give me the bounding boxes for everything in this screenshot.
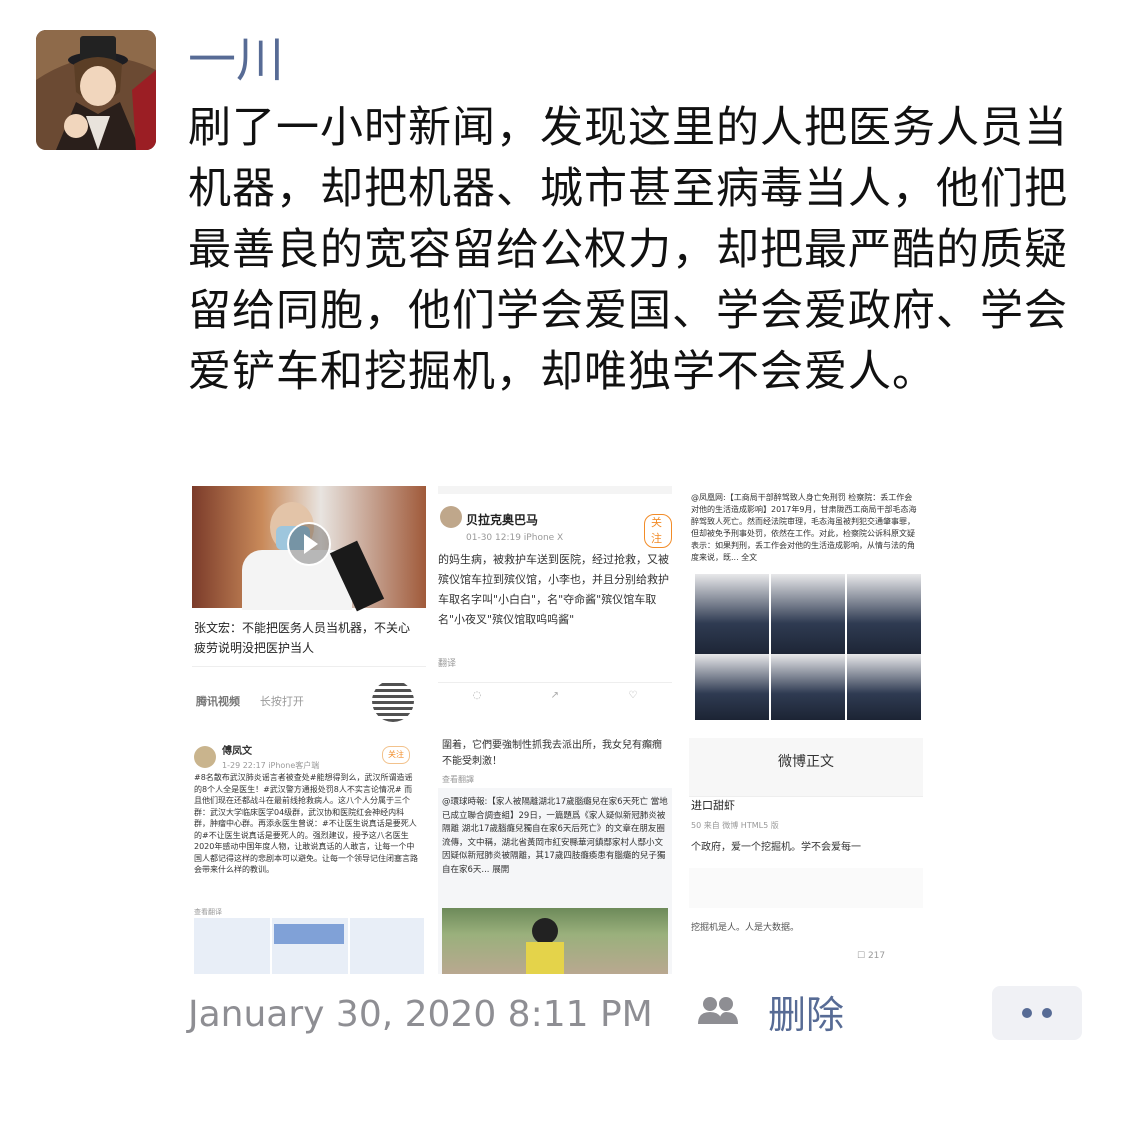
news-text: @凤凰网:【工商局干部醉驾致人身亡免刑罚 检察院：丢工作会对他的生活造成影响】2…: [691, 493, 917, 562]
translate-link: 查看翻譯: [442, 775, 474, 784]
more-dots-icon: [1042, 1008, 1052, 1018]
comment-icon: ◌: [472, 690, 482, 701]
video-caption: 张文宏：不能把医务人员当机器，不关心疲劳说明没把医护当人: [194, 621, 411, 655]
more-dots-icon: [1022, 1008, 1032, 1018]
qr-code-icon: [372, 680, 414, 722]
brand-label: 腾讯视频: [196, 695, 240, 708]
delete-link[interactable]: 删除: [768, 992, 844, 1038]
grid-image-1[interactable]: 张文宏：不能把医务人员当机器，不关心疲劳说明没把医护当人 腾讯视频 长按打开: [192, 486, 426, 722]
comment-count-value: 217: [867, 951, 886, 961]
post-body-2: 挖掘机是人。人是大数据。: [691, 923, 800, 933]
grid-image-5[interactable]: 圍着，它們要強制性抓我去派出所，我女兒有癲癇不能受刺激！ 查看翻譯 @環球時報:…: [438, 738, 672, 974]
post-text: 刷了一小时新闻，发现这里的人把医务人员当机器，却把机器、城市甚至病毒当人，他们把…: [188, 103, 1068, 397]
brand-hint: 长按打开: [259, 695, 304, 708]
share-icon: ↗: [550, 690, 560, 701]
post-time: 01-30 12:19 iPhone X: [466, 533, 564, 543]
post-user: 贝拉克奥巴马: [466, 513, 539, 527]
post-body: @環球時報:【家人被隔離湖北17歲腦癱兒在家6天死亡 當地已成立聯合調查組】29…: [442, 797, 668, 875]
post-timestamp: January 30, 2020 8:11 PM: [188, 994, 653, 1035]
post-body: #8名散布武汉肺炎谣言者被查处#能想得到么，武汉所谓造谣的8个人全是医生！#武汉…: [194, 773, 418, 874]
image-grid: 张文宏：不能把医务人员当机器，不关心疲劳说明没把医护当人 腾讯视频 长按打开 贝…: [192, 486, 928, 974]
play-icon[interactable]: [287, 522, 331, 566]
post-body: 的妈生病，被救护车送到医院，经过抢救，又被殡仪馆车拉到殡仪馆，小李也，并且分别给…: [438, 553, 669, 626]
translate-link: 翻译: [438, 659, 457, 669]
follow-button[interactable]: 关注: [644, 514, 672, 548]
grid-image-4[interactable]: 傅凤文 1-29 22:17 iPhone客户端 关注 #8名散布武汉肺炎谣言者…: [192, 738, 426, 974]
comment-icon: ☐: [857, 951, 866, 961]
comment-count: ☐ 217: [857, 948, 885, 964]
post-top-text: 圍着，它們要強制性抓我去派出所，我女兒有癲癇不能受刺激！: [442, 740, 662, 767]
author-avatar[interactable]: [36, 30, 156, 150]
post-body-1: 个政府，爱一个挖掘机。学不会爱每一: [691, 842, 861, 853]
grid-image-6[interactable]: 微博正文 进口甜虾 50 来自 微博 HTML5 版 个政府，爱一个挖掘机。学不…: [689, 738, 923, 974]
author-name[interactable]: 一川: [188, 30, 284, 90]
post-action-icons: ◌ ↗ ♡: [438, 690, 672, 704]
friends-visibility-icon: [696, 994, 740, 1030]
grid-image-3[interactable]: @凤凰网:【工商局干部醉驾致人身亡免刑罚 检察院：丢工作会对他的生活造成影响】2…: [689, 486, 923, 722]
post-user: 进口甜虾: [691, 799, 735, 812]
attached-images: [194, 918, 424, 974]
video-brand: 腾讯视频 长按打开: [196, 694, 304, 710]
more-actions-button[interactable]: [992, 986, 1082, 1040]
like-icon: ♡: [628, 690, 638, 701]
news-photo: [442, 908, 668, 974]
screen-title: 微博正文: [778, 754, 834, 770]
post-meta: 50 来自 微博 HTML5 版: [691, 821, 779, 830]
follow-button[interactable]: 关注: [382, 746, 410, 764]
grid-image-2[interactable]: 贝拉克奥巴马 01-30 12:19 iPhone X 关注 的妈生病，被救护车…: [438, 486, 672, 722]
